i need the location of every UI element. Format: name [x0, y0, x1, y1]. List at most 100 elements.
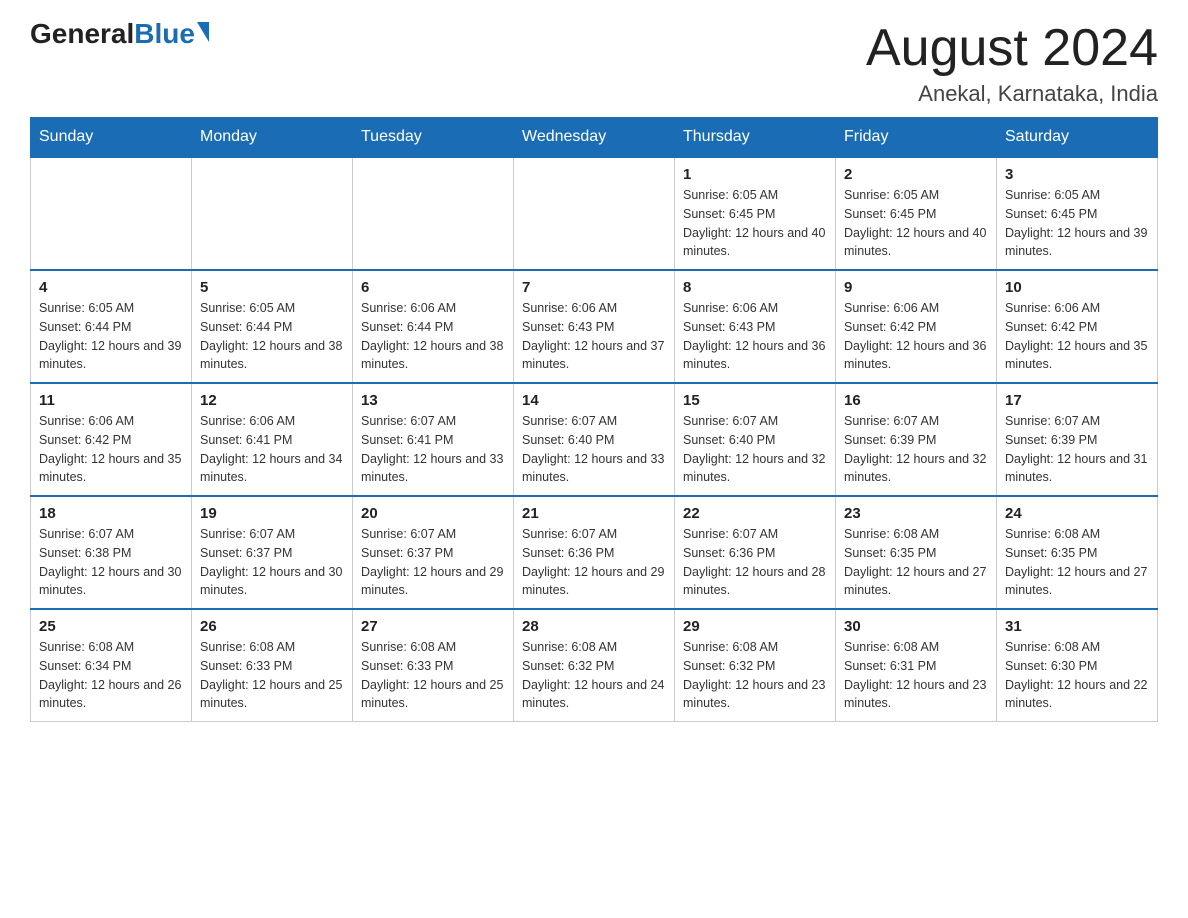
day-number: 3 — [1005, 166, 1149, 183]
day-info: Sunrise: 6:07 AM Sunset: 6:38 PM Dayligh… — [39, 525, 183, 600]
calendar-cell: 8 Sunrise: 6:06 AM Sunset: 6:43 PM Daylig… — [675, 270, 836, 383]
day-number: 8 — [683, 279, 827, 296]
logo: General Blue — [30, 20, 209, 48]
day-number: 20 — [361, 505, 505, 522]
day-info: Sunrise: 6:08 AM Sunset: 6:33 PM Dayligh… — [361, 638, 505, 713]
day-info: Sunrise: 6:08 AM Sunset: 6:33 PM Dayligh… — [200, 638, 344, 713]
calendar-header-tuesday: Tuesday — [353, 118, 514, 158]
day-info: Sunrise: 6:05 AM Sunset: 6:45 PM Dayligh… — [683, 186, 827, 261]
day-info: Sunrise: 6:08 AM Sunset: 6:31 PM Dayligh… — [844, 638, 988, 713]
calendar-cell — [514, 157, 675, 270]
calendar-cell: 7 Sunrise: 6:06 AM Sunset: 6:43 PM Daylig… — [514, 270, 675, 383]
calendar-cell — [192, 157, 353, 270]
calendar-cell: 17 Sunrise: 6:07 AM Sunset: 6:39 PM Dayli… — [997, 383, 1158, 496]
logo-blue-container: Blue — [134, 20, 209, 48]
calendar-cell: 12Sunrise: 6:06 AM Sunset: 6:41 PM Dayli… — [192, 383, 353, 496]
day-number: 21 — [522, 505, 666, 522]
day-number: 6 — [361, 279, 505, 296]
calendar-cell: 23 Sunrise: 6:08 AM Sunset: 6:35 PM Dayli… — [836, 496, 997, 609]
day-number: 23 — [844, 505, 988, 522]
day-number: 16 — [844, 392, 988, 409]
calendar-cell — [353, 157, 514, 270]
calendar-cell: 4Sunrise: 6:05 AM Sunset: 6:44 PM Daylig… — [31, 270, 192, 383]
day-number: 29 — [683, 618, 827, 635]
calendar-header-sunday: Sunday — [31, 118, 192, 158]
day-info: Sunrise: 6:08 AM Sunset: 6:32 PM Dayligh… — [522, 638, 666, 713]
day-number: 11 — [39, 392, 183, 409]
calendar-header-wednesday: Wednesday — [514, 118, 675, 158]
month-title: August 2024 — [866, 20, 1158, 77]
calendar-header-thursday: Thursday — [675, 118, 836, 158]
day-number: 24 — [1005, 505, 1149, 522]
day-info: Sunrise: 6:07 AM Sunset: 6:37 PM Dayligh… — [200, 525, 344, 600]
page: General Blue August 2024 Anekal, Karnata… — [0, 0, 1188, 752]
day-number: 15 — [683, 392, 827, 409]
location: Anekal, Karnataka, India — [866, 81, 1158, 107]
calendar-week-row: 18Sunrise: 6:07 AM Sunset: 6:38 PM Dayli… — [31, 496, 1158, 609]
day-info: Sunrise: 6:07 AM Sunset: 6:39 PM Dayligh… — [1005, 412, 1149, 487]
calendar-cell: 26 Sunrise: 6:08 AM Sunset: 6:33 PM Dayli… — [192, 609, 353, 722]
day-info: Sunrise: 6:06 AM Sunset: 6:44 PM Dayligh… — [361, 299, 505, 374]
logo-triangle-icon — [197, 22, 209, 42]
calendar-cell: 20 Sunrise: 6:07 AM Sunset: 6:37 PM Dayli… — [353, 496, 514, 609]
day-info: Sunrise: 6:06 AM Sunset: 6:42 PM Dayligh… — [39, 412, 183, 487]
calendar-cell: 21Sunrise: 6:07 AM Sunset: 6:36 PM Dayli… — [514, 496, 675, 609]
calendar-cell: 29 Sunrise: 6:08 AM Sunset: 6:32 PM Dayli… — [675, 609, 836, 722]
title-section: August 2024 Anekal, Karnataka, India — [866, 20, 1158, 107]
calendar-cell: 2 Sunrise: 6:05 AM Sunset: 6:45 PM Daylig… — [836, 157, 997, 270]
day-info: Sunrise: 6:08 AM Sunset: 6:30 PM Dayligh… — [1005, 638, 1149, 713]
calendar-cell: 25Sunrise: 6:08 AM Sunset: 6:34 PM Dayli… — [31, 609, 192, 722]
day-number: 7 — [522, 279, 666, 296]
day-info: Sunrise: 6:07 AM Sunset: 6:40 PM Dayligh… — [522, 412, 666, 487]
calendar-cell: 1 Sunrise: 6:05 AM Sunset: 6:45 PM Daylig… — [675, 157, 836, 270]
day-info: Sunrise: 6:06 AM Sunset: 6:43 PM Dayligh… — [683, 299, 827, 374]
header: General Blue August 2024 Anekal, Karnata… — [30, 20, 1158, 107]
calendar-cell: 5Sunrise: 6:05 AM Sunset: 6:44 PM Daylig… — [192, 270, 353, 383]
day-number: 2 — [844, 166, 988, 183]
calendar-header-row: SundayMondayTuesdayWednesdayThursdayFrid… — [31, 118, 1158, 158]
calendar-header-saturday: Saturday — [997, 118, 1158, 158]
calendar-cell: 24 Sunrise: 6:08 AM Sunset: 6:35 PM Dayli… — [997, 496, 1158, 609]
day-info: Sunrise: 6:06 AM Sunset: 6:43 PM Dayligh… — [522, 299, 666, 374]
calendar-header-monday: Monday — [192, 118, 353, 158]
logo-general: General — [30, 20, 134, 48]
day-number: 28 — [522, 618, 666, 635]
calendar-cell: 14 Sunrise: 6:07 AM Sunset: 6:40 PM Dayli… — [514, 383, 675, 496]
calendar-week-row: 4 Sunrise: 6:05 AM Sunset: 6:44 PM Daylig… — [31, 270, 1158, 383]
calendar-cell: 22 Sunrise: 6:07 AM Sunset: 6:36 PM Dayli… — [675, 496, 836, 609]
calendar-cell: 11 Sunrise: 6:06 AM Sunset: 6:42 PM Dayli… — [31, 383, 192, 496]
day-info: Sunrise: 6:07 AM Sunset: 6:39 PM Dayligh… — [844, 412, 988, 487]
day-info: Sunrise: 6:08 AM Sunset: 6:35 PM Dayligh… — [1005, 525, 1149, 600]
calendar-cell: 10Sunrise: 6:06 AM Sunset: 6:42 PM Dayli… — [997, 270, 1158, 383]
calendar-cell: 27Sunrise: 6:08 AM Sunset: 6:33 PM Dayli… — [353, 609, 514, 722]
day-number: 19 — [200, 505, 344, 522]
day-number: 12 — [200, 392, 344, 409]
day-info: Sunrise: 6:07 AM Sunset: 6:36 PM Dayligh… — [683, 525, 827, 600]
day-number: 14 — [522, 392, 666, 409]
calendar-table: SundayMondayTuesdayWednesdayThursdayFrid… — [30, 117, 1158, 722]
calendar-week-row: 11 Sunrise: 6:06 AM Sunset: 6:42 PM Dayli… — [31, 383, 1158, 496]
day-info: Sunrise: 6:07 AM Sunset: 6:41 PM Dayligh… — [361, 412, 505, 487]
day-info: Sunrise: 6:08 AM Sunset: 6:32 PM Dayligh… — [683, 638, 827, 713]
calendar-week-row: 25Sunrise: 6:08 AM Sunset: 6:34 PM Dayli… — [31, 609, 1158, 722]
calendar-cell: 15Sunrise: 6:07 AM Sunset: 6:40 PM Dayli… — [675, 383, 836, 496]
day-number: 26 — [200, 618, 344, 635]
calendar-cell: 9Sunrise: 6:06 AM Sunset: 6:42 PM Daylig… — [836, 270, 997, 383]
calendar-cell — [31, 157, 192, 270]
day-number: 17 — [1005, 392, 1149, 409]
day-info: Sunrise: 6:05 AM Sunset: 6:44 PM Dayligh… — [200, 299, 344, 374]
day-number: 13 — [361, 392, 505, 409]
calendar-cell: 28 Sunrise: 6:08 AM Sunset: 6:32 PM Dayli… — [514, 609, 675, 722]
day-number: 30 — [844, 618, 988, 635]
day-info: Sunrise: 6:07 AM Sunset: 6:37 PM Dayligh… — [361, 525, 505, 600]
calendar-cell: 30 Sunrise: 6:08 AM Sunset: 6:31 PM Dayli… — [836, 609, 997, 722]
calendar-cell: 19 Sunrise: 6:07 AM Sunset: 6:37 PM Dayli… — [192, 496, 353, 609]
calendar-week-row: 1 Sunrise: 6:05 AM Sunset: 6:45 PM Daylig… — [31, 157, 1158, 270]
day-number: 4 — [39, 279, 183, 296]
day-info: Sunrise: 6:08 AM Sunset: 6:35 PM Dayligh… — [844, 525, 988, 600]
day-number: 22 — [683, 505, 827, 522]
day-info: Sunrise: 6:05 AM Sunset: 6:45 PM Dayligh… — [844, 186, 988, 261]
day-info: Sunrise: 6:06 AM Sunset: 6:42 PM Dayligh… — [844, 299, 988, 374]
day-info: Sunrise: 6:06 AM Sunset: 6:42 PM Dayligh… — [1005, 299, 1149, 374]
day-number: 1 — [683, 166, 827, 183]
